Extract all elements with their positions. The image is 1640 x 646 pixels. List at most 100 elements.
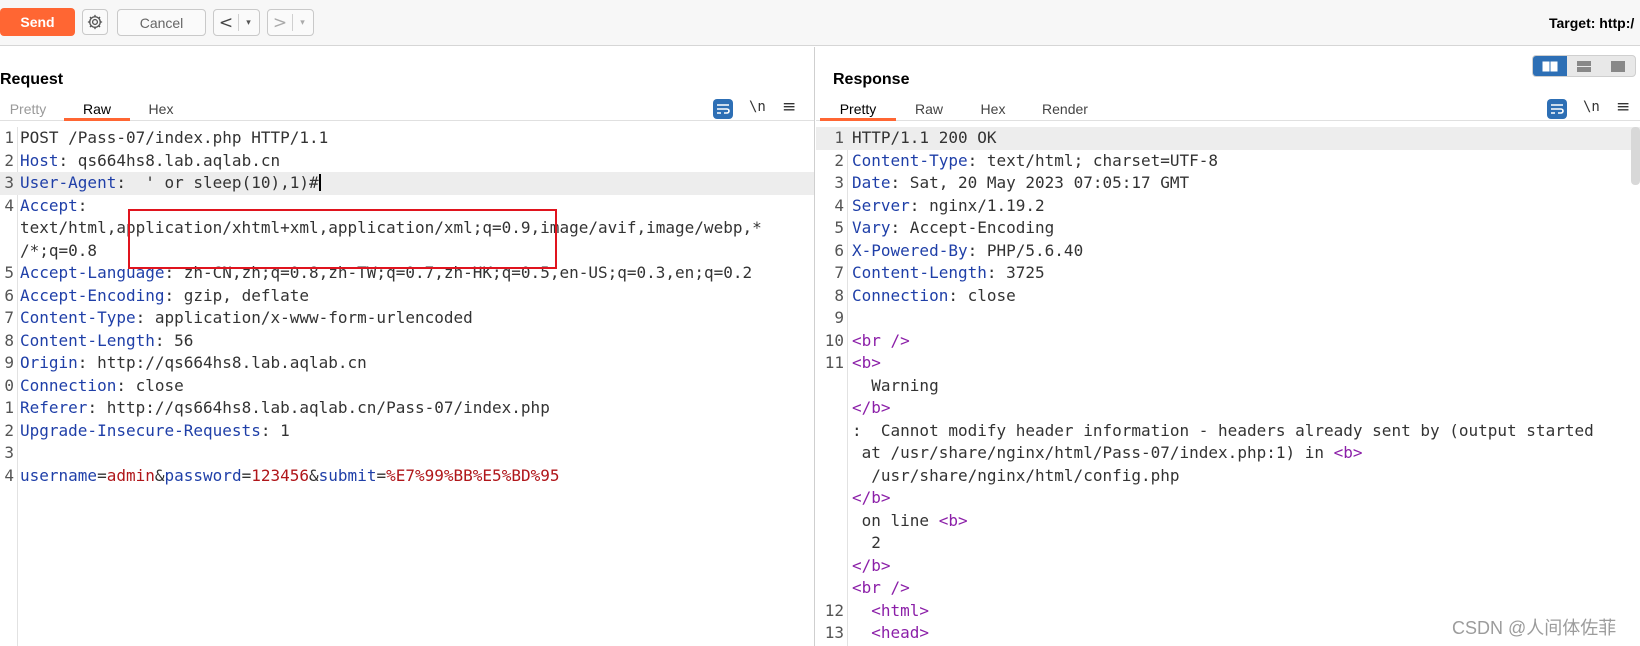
param-name: password — [164, 465, 242, 485]
code-line: 11 <b> — [816, 352, 1640, 375]
toolbar: Send Cancel < ▾ > ▾ Target: http:/ — [0, 0, 1640, 46]
line-number: 4 — [4, 465, 14, 485]
single-pane-icon — [1611, 60, 1625, 72]
line-content: text/html,application/xhtml+xml,applicat… — [20, 217, 762, 240]
header-separator: : — [909, 195, 920, 215]
header-name: Server — [852, 195, 910, 215]
header-value: Accept-Encoding — [900, 218, 1055, 237]
header-separator: : — [77, 353, 88, 372]
line-content: User-Agent: ' or sleep(10),1)# — [20, 172, 321, 195]
body-text: at /usr/share/nginx/html/Pass-07/index.p… — [852, 443, 1334, 462]
header-value: close — [125, 375, 184, 395]
line-number: 2 — [834, 150, 844, 170]
response-scrollbar[interactable] — [1631, 127, 1640, 185]
html-tag: <br /> — [852, 578, 910, 597]
word-wrap-icon — [1551, 104, 1564, 114]
line-content: on line <b> — [852, 510, 968, 533]
tab-hex[interactable]: Hex — [138, 99, 184, 121]
code-line: 5 Vary: Accept-Encoding — [816, 217, 1640, 240]
header-value: /*;q=0.8 — [20, 240, 98, 260]
code-line: 2 Content-Type: text/html; charset=UTF-8 — [816, 150, 1640, 173]
line-number: 9 — [4, 353, 14, 372]
header-name: Content-Type — [20, 308, 136, 327]
code-line: 1 Referer: http://qs664hs8.lab.aqlab.cn/P… — [0, 397, 814, 420]
header-separator: : — [77, 195, 88, 215]
code-line: on line <b> — [816, 510, 1640, 533]
header-value: gzip, deflate — [174, 285, 309, 305]
code-line: </b> — [816, 555, 1640, 578]
code-line: 6 Accept-Encoding: gzip, deflate — [0, 285, 814, 308]
tab-pretty[interactable]: Pretty — [0, 99, 56, 121]
request-editor[interactable]: 1 POST /Pass-07/index.php HTTP/1.1 2 Host: … — [0, 127, 814, 646]
line-content: X-Powered-By: PHP/5.6.40 — [852, 240, 1083, 263]
back-button-group[interactable]: < ▾ — [213, 9, 260, 36]
line-content: Content-Type: text/html; charset=UTF-8 — [852, 150, 1218, 173]
html-tag: <b> — [938, 510, 968, 530]
newline-toggle[interactable]: \n — [749, 99, 766, 115]
code-line: 8 Connection: close — [816, 285, 1640, 308]
body-text: on line — [852, 510, 939, 530]
line-content: Content-Length: 3725 — [852, 262, 1045, 285]
layout-toggle[interactable] — [1532, 55, 1636, 77]
html-tag: </b> — [852, 398, 891, 417]
tabs-layout-button[interactable] — [1601, 56, 1635, 76]
line-content: <head> — [852, 622, 929, 645]
line-content: /usr/share/nginx/html/config.php — [852, 465, 1179, 488]
code-line: 4 Accept: — [0, 195, 814, 218]
back-arrow-icon[interactable]: < — [214, 13, 238, 33]
line-content: Connection: close — [852, 285, 1016, 308]
header-value: http://qs664hs8.lab.aqlab.cn — [87, 353, 367, 372]
line-content: at /usr/share/nginx/html/Pass-07/index.p… — [852, 442, 1363, 465]
line-content: Host: qs664hs8.lab.aqlab.cn — [20, 150, 280, 173]
header-name: Host — [20, 150, 59, 170]
tab-raw[interactable]: Raw — [904, 99, 954, 121]
param-equals: = — [241, 465, 252, 485]
header-name: Accept-Language — [20, 263, 165, 282]
newline-toggle[interactable]: \n — [1583, 99, 1600, 115]
split-horizontal-button[interactable] — [1533, 56, 1567, 76]
back-dropdown-icon[interactable]: ▾ — [238, 14, 258, 31]
line-content: Content-Length: 56 — [20, 330, 193, 353]
response-editor[interactable]: 1 HTTP/1.1 200 OK 2 Content-Type: text/html… — [816, 127, 1640, 646]
tab-raw[interactable]: Raw — [64, 99, 130, 121]
forward-button-group[interactable]: > ▾ — [267, 9, 314, 36]
line-number: 5 — [834, 218, 844, 237]
line-content: Referer: http://qs664hs8.lab.aqlab.cn/Pa… — [20, 397, 550, 420]
line-number: 2 — [4, 420, 14, 440]
word-wrap-button[interactable] — [1547, 99, 1567, 119]
response-menu-icon[interactable]: ≡ — [1616, 97, 1630, 117]
line-content: 2 — [852, 532, 881, 555]
code-line: 0 Connection: close — [0, 375, 814, 398]
line-content: <br /> — [852, 330, 910, 353]
word-wrap-button[interactable] — [713, 99, 733, 119]
settings-button[interactable] — [82, 9, 108, 35]
param-separator: & — [309, 465, 319, 485]
html-tag: <html> — [871, 600, 930, 620]
param-separator: & — [154, 465, 165, 485]
line-content: /*;q=0.8 — [20, 240, 97, 263]
line-number: 0 — [4, 375, 14, 395]
cancel-button[interactable]: Cancel — [117, 9, 206, 36]
tab-hex[interactable]: Hex — [968, 99, 1018, 121]
header-separator: : — [58, 150, 69, 170]
line-content: HTTP/1.1 200 OK — [852, 127, 997, 150]
body-text — [852, 601, 871, 620]
tab-render[interactable]: Render — [1030, 99, 1100, 121]
forward-dropdown-icon[interactable]: ▾ — [292, 14, 312, 31]
split-vertical-button[interactable] — [1567, 56, 1601, 76]
html-tag: </b> — [852, 488, 891, 507]
body-text: : Cannot modify header information - hea… — [852, 420, 1594, 440]
html-tag: <br /> — [852, 330, 910, 350]
response-pane: Response Pretty Raw Hex Render \n ≡ 1 HTT… — [816, 47, 1640, 646]
header-name: Vary — [852, 218, 891, 237]
send-button[interactable]: Send — [0, 8, 75, 36]
forward-arrow-icon[interactable]: > — [268, 13, 292, 33]
tab-pretty[interactable]: Pretty — [820, 99, 896, 121]
line-number: 8 — [4, 330, 14, 350]
target-label[interactable]: Target: http:/ — [1549, 15, 1634, 31]
header-separator: : — [116, 375, 126, 395]
line-content: : Cannot modify header information - hea… — [852, 420, 1594, 443]
header-separator: : — [135, 308, 146, 327]
request-menu-icon[interactable]: ≡ — [782, 97, 796, 117]
header-separator: : — [154, 330, 165, 350]
